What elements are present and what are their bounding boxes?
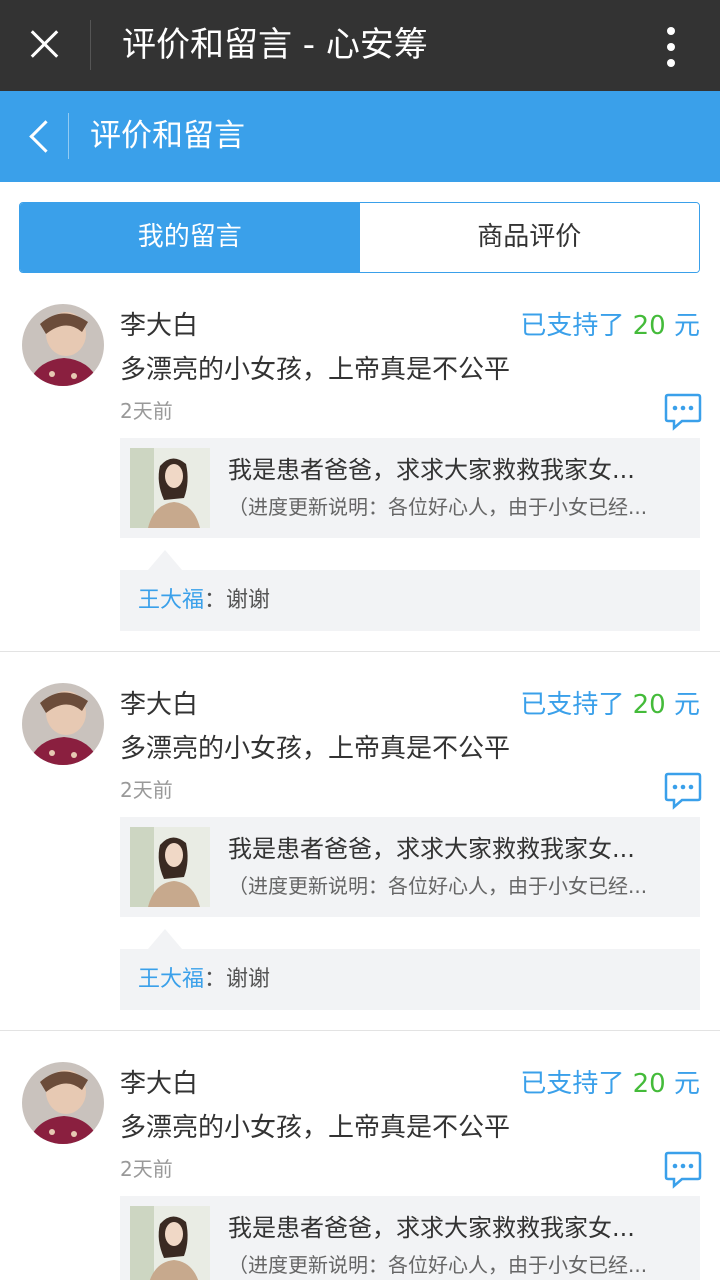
support-amount-value: 20: [632, 311, 666, 341]
reply-pointer: [148, 929, 182, 949]
comment-author: 李大白: [120, 1069, 199, 1099]
reply-author[interactable]: 王大福: [138, 967, 204, 992]
tab-my-messages[interactable]: 我的留言: [20, 203, 360, 272]
reply-chat-icon[interactable]: [664, 1150, 702, 1190]
campaign-thumbnail: [130, 448, 210, 528]
avatar[interactable]: [22, 683, 104, 765]
tab-product-reviews[interactable]: 商品评价: [359, 203, 699, 272]
campaign-description: （进度更新说明：各位好心人，由于小女已经...: [228, 1253, 648, 1277]
nav-bar-divider: [68, 113, 69, 159]
back-arrow-icon[interactable]: [20, 111, 60, 161]
comment-text: 多漂亮的小女孩，上帝真是不公平: [120, 1113, 511, 1143]
campaign-description: （进度更新说明：各位好心人，由于小女已经...: [228, 874, 648, 898]
reply-separator: ：: [204, 967, 227, 992]
campaign-title: 我是患者爸爸，求求大家救救我家女...: [228, 835, 635, 863]
comment-author: 李大白: [120, 690, 199, 720]
tab-switcher: 我的留言 商品评价: [19, 202, 700, 273]
campaign-description: （进度更新说明：各位好心人，由于小女已经...: [228, 495, 648, 519]
comment-divider: [0, 651, 720, 652]
support-amount: 已支持了 20 元: [520, 685, 700, 725]
avatar[interactable]: [22, 1062, 104, 1144]
comment-text: 多漂亮的小女孩，上帝真是不公平: [120, 355, 511, 385]
reply-box: 王大福：谢谢: [120, 949, 700, 1010]
comment-time: 2天前: [120, 1157, 173, 1181]
top-bar-divider: [90, 20, 91, 70]
support-amount-value: 20: [632, 690, 666, 720]
avatar[interactable]: [22, 304, 104, 386]
comment-time: 2天前: [120, 399, 173, 423]
page-title: 评价和留言: [90, 118, 245, 154]
support-prefix: 已支持了: [520, 311, 625, 341]
campaign-thumbnail: [130, 827, 210, 907]
linked-campaign-card[interactable]: 我是患者爸爸，求求大家救救我家女... （进度更新说明：各位好心人，由于小女已经…: [120, 1196, 700, 1280]
linked-campaign-card[interactable]: 我是患者爸爸，求求大家救救我家女... （进度更新说明：各位好心人，由于小女已经…: [120, 438, 700, 538]
comment-time: 2天前: [120, 778, 173, 802]
support-amount-value: 20: [632, 1069, 666, 1099]
reply-chat-icon[interactable]: [664, 392, 702, 432]
more-options-icon[interactable]: [656, 25, 686, 69]
comment-author: 李大白: [120, 311, 199, 341]
app-top-bar: 评价和留言 - 心安筹: [0, 0, 720, 91]
page-nav-bar: 评价和留言: [0, 91, 720, 182]
support-amount: 已支持了 20 元: [520, 306, 700, 346]
campaign-title: 我是患者爸爸，求求大家救救我家女...: [228, 1214, 635, 1242]
support-amount: 已支持了 20 元: [520, 1064, 700, 1104]
reply-pointer: [148, 550, 182, 570]
support-unit: 元: [673, 690, 700, 720]
comment-divider: [0, 1030, 720, 1031]
reply-author[interactable]: 王大福: [138, 588, 204, 613]
support-unit: 元: [673, 311, 700, 341]
reply-chat-icon[interactable]: [664, 771, 702, 811]
linked-campaign-card[interactable]: 我是患者爸爸，求求大家救救我家女... （进度更新说明：各位好心人，由于小女已经…: [120, 817, 700, 917]
comment-text: 多漂亮的小女孩，上帝真是不公平: [120, 734, 511, 764]
campaign-title: 我是患者爸爸，求求大家救救我家女...: [228, 456, 635, 484]
reply-text: 谢谢: [226, 588, 271, 613]
support-prefix: 已支持了: [520, 1069, 625, 1099]
support-prefix: 已支持了: [520, 690, 625, 720]
reply-separator: ：: [204, 588, 227, 613]
support-unit: 元: [673, 1069, 700, 1099]
close-icon[interactable]: [22, 22, 66, 66]
reply-box: 王大福：谢谢: [120, 570, 700, 631]
campaign-thumbnail: [130, 1206, 210, 1280]
window-title: 评价和留言 - 心安筹: [122, 25, 428, 65]
reply-text: 谢谢: [226, 967, 271, 992]
